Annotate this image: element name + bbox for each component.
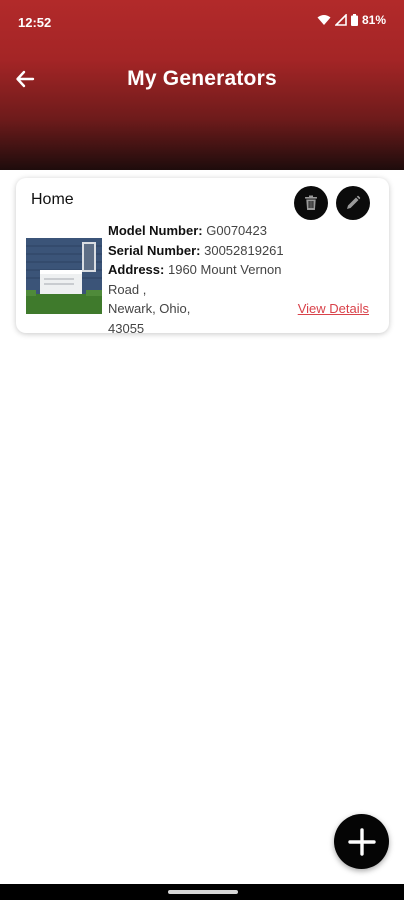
model-row: Model Number: G0070423	[108, 221, 298, 241]
status-time: 12:52	[18, 15, 52, 30]
generator-name: Home	[31, 191, 74, 208]
generator-details: Model Number: G0070423 Serial Number: 30…	[108, 221, 298, 338]
pencil-icon	[347, 195, 361, 209]
edit-button[interactable]	[336, 186, 370, 220]
system-nav-bar	[0, 884, 404, 900]
address-label: Address:	[108, 262, 165, 277]
address-line2: Road ,	[108, 281, 147, 297]
wifi-icon	[317, 15, 331, 25]
delete-button[interactable]	[294, 186, 328, 220]
address-line1: 1960 Mount Vernon	[167, 262, 282, 277]
battery-percent: 81%	[361, 13, 386, 27]
model-label: Model Number:	[108, 223, 203, 238]
signal-icon	[334, 14, 347, 26]
app-header: 12:52 81% My Generators	[0, 0, 404, 170]
page-title: My Generators	[127, 67, 277, 90]
serial-value: 30052819261	[204, 242, 284, 258]
add-generator-button[interactable]	[334, 814, 389, 869]
battery-icon	[350, 14, 358, 26]
serial-row: Serial Number: 30052819261	[108, 241, 298, 261]
address-row: Address: 1960 Mount Vernon	[108, 260, 298, 280]
trash-icon	[305, 195, 317, 210]
generator-photo	[26, 238, 102, 314]
address-line4: 43055	[108, 320, 145, 336]
view-details-link[interactable]: View Details	[298, 301, 369, 316]
home-gesture-handle[interactable]	[168, 890, 238, 894]
status-bar: 12:52 81%	[0, 0, 404, 46]
serial-label: Serial Number:	[108, 242, 201, 258]
address-line3: Newark, Ohio,	[108, 301, 191, 316]
status-icons: 81%	[317, 13, 386, 27]
model-value: G0070423	[206, 223, 267, 238]
generator-image	[26, 238, 102, 314]
plus-icon	[347, 827, 376, 856]
generator-card: Home Model Number: G0070423 Serial Numbe…	[16, 178, 389, 336]
